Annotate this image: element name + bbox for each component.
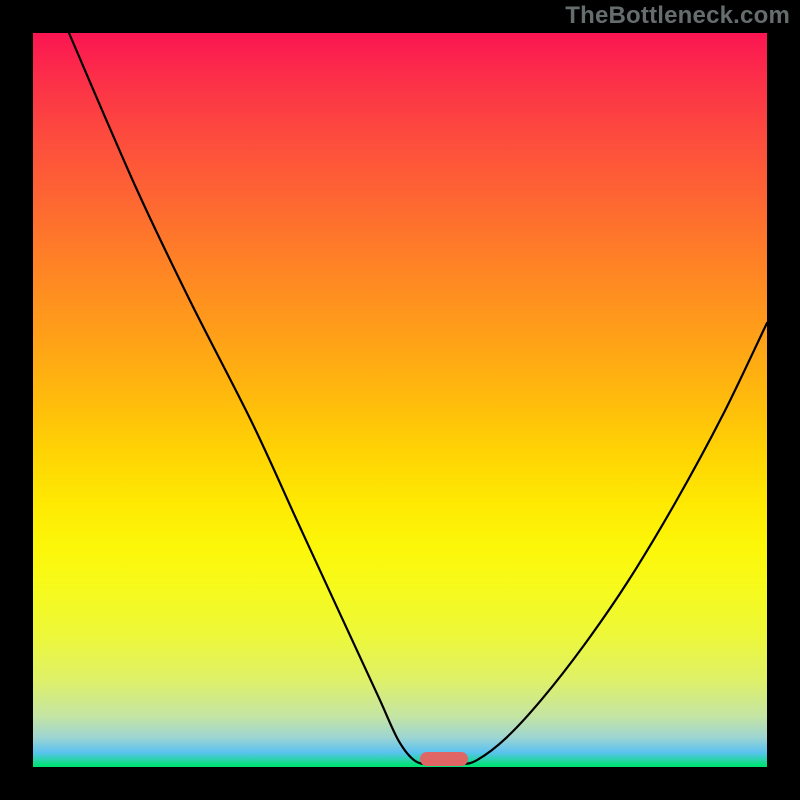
watermark-text: TheBottleneck.com [565, 2, 790, 30]
bottleneck-curve [33, 33, 767, 767]
plot-area [33, 33, 767, 767]
chart-container: TheBottleneck.com [0, 0, 800, 800]
optimal-marker [420, 752, 468, 766]
